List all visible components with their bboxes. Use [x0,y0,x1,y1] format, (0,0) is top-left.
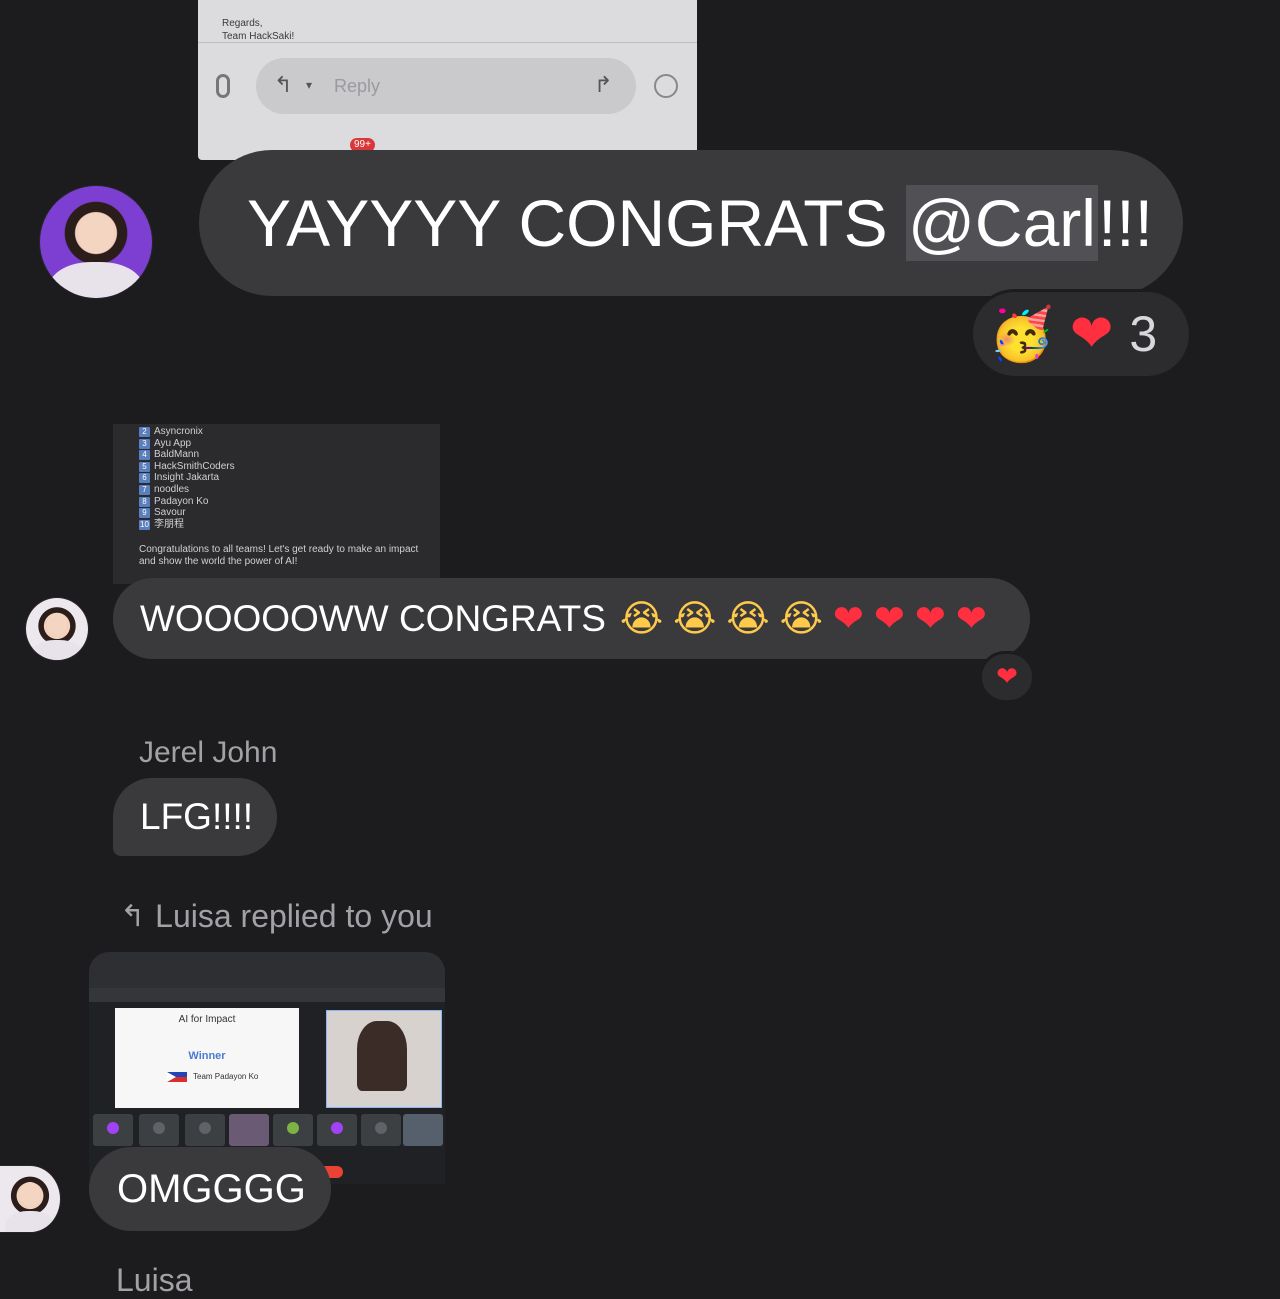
heart-icon: ❤ [873,597,905,640]
reply-arrow-icon: ↰ [274,72,293,97]
slide-team: Team Padayon Ko [193,1072,259,1081]
message-text: WOOOOOWW CONGRATS [140,597,606,639]
avatar[interactable] [26,598,88,660]
list-item: 7 noodles [139,484,235,496]
party-face-icon: 🥳 [989,304,1054,365]
list-item: 3 Ayu App [139,438,235,450]
heart-icon: ❤ [1069,304,1114,364]
reply-header: ↰ Luisa replied to you [120,898,433,935]
message-bubble[interactable]: YAYYYY CONGRATS @Carl !!! [199,150,1183,296]
reaction-pill[interactable]: ❤ [979,651,1035,703]
crying-face-icon: 😭 [673,597,717,640]
crying-face-icon: 😭 [779,597,823,640]
heart-icon: ❤ [832,597,864,640]
participant-tiles [93,1114,443,1148]
forward-icon: ↱ [594,72,613,97]
message-bubble[interactable]: OMGGGG [89,1147,331,1231]
sender-name-partial: Luisa [116,1262,193,1298]
participant-video [326,1010,442,1108]
reply-icon: ↰ [120,900,146,933]
smiley-icon [654,74,678,98]
list-item: 6 Insight Jakarta [139,472,235,484]
browser-toolbar [89,952,445,988]
list-item: 9 Savour [139,507,235,519]
slide-winner: Winner [188,1050,226,1062]
reaction-count: 3 [1129,306,1158,362]
list-item: 4 BaldMann [139,449,235,461]
presentation-slide: AI for Impact Winner Team Padayon Ko [115,1008,299,1108]
email-regards: Regards, [222,18,263,29]
message-text: LFG!!!! [140,796,254,837]
avatar[interactable] [0,1166,60,1232]
message-text: OMGGGG [117,1166,306,1211]
crying-face-icon: 😭 [726,597,770,640]
list-item: 5 HackSmithCoders [139,461,235,473]
chevron-down-icon: ▾ [306,78,313,92]
philippines-flag-icon [167,1072,187,1082]
message-bubble[interactable]: LFG!!!! [113,778,277,856]
reply-header-text: Luisa replied to you [155,898,433,934]
leaderboard-list: 2 Asyncronix 3 Ayu App 4 BaldMann 5 HackSmit… [139,426,235,530]
mention-carl[interactable]: @Carl [905,185,1098,261]
list-item: 10 李朋程 [139,518,184,530]
email-signature: Regards, Team HackSaki! [222,4,294,43]
heart-icon: ❤ [955,597,987,640]
reply-field: ↰ ▾ Reply ↱ [256,58,636,114]
divider [198,42,697,43]
reply-placeholder: Reply [334,76,381,96]
crying-face-icon: 😭 [619,597,664,640]
message-text-end: !!! [1097,186,1153,260]
heart-icon: ❤ [996,662,1018,692]
slide-title: AI for Impact [178,1014,236,1025]
avatar[interactable] [40,186,152,298]
message-text: YAYYYY CONGRATS [247,186,906,260]
email-screenshot[interactable]: Regards, Team HackSaki! ↰ ▾ Reply ↱ 99+ [198,0,697,160]
message-bubble[interactable]: WOOOOOWW CONGRATS 😭 😭 😭 😭 ❤ ❤ ❤ ❤ [113,578,1030,659]
list-item: 2 Asyncronix [139,426,235,438]
heart-icon: ❤ [914,597,946,640]
leaderboard-screenshot[interactable]: 2 Asyncronix 3 Ayu App 4 BaldMann 5 HackSmit… [113,424,440,584]
reaction-pill[interactable]: 🥳 ❤ 3 [970,289,1192,379]
leaderboard-footer: Congratulations to all teams! Let's get … [139,544,419,567]
sender-name: Jerel John [139,736,278,769]
list-item: 8 Padayon Ko [139,496,235,508]
paperclip-icon [216,74,230,98]
